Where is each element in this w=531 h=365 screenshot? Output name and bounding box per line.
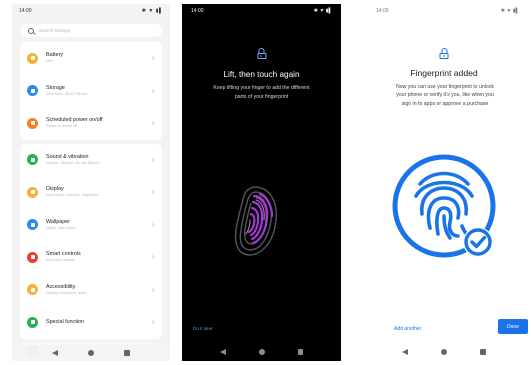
status-icons: ✱ ▼ ▮▌: [313, 8, 332, 14]
done-button[interactable]: Done: [498, 319, 528, 334]
screenshot-stage: 14:00 ✱ ▼ ▮▌ Search settings Battery 55% …: [0, 0, 531, 365]
battery-icon: [27, 52, 38, 64]
back-icon[interactable]: [402, 349, 409, 355]
settings-item-sub: Volume, vibration, Do Not Disturb: [46, 160, 100, 165]
status-bar: 14:00 ✱ ▼ ▮▌: [360, 4, 528, 18]
settings-item-label: Storage: [46, 84, 65, 91]
settings-item-sub: Styles, Iock screen: [46, 225, 77, 230]
status-icons: ✱ ▼ ▮▌: [141, 8, 163, 14]
back-icon[interactable]: [219, 349, 226, 355]
settings-item-label: Special function: [46, 318, 85, 325]
wallpaper-icon: [27, 219, 38, 231]
lock-icon: [439, 48, 449, 59]
settings-item-label: Accessibility: [46, 283, 76, 290]
recents-icon[interactable]: [297, 349, 304, 355]
settings-card-2: Sound & vibration Volume, vibration, Do N…: [20, 143, 162, 339]
settings-item-label: Wallpaper: [46, 218, 71, 225]
home-icon[interactable]: [88, 350, 95, 356]
enroll-desc-line-2: parts of your fingerprint: [234, 93, 289, 100]
fingerprint-enroll-screen: 14:00 ✱ ▼ ▮▌ Lift, then touch again Keep…: [182, 4, 341, 361]
settings-item-scheduled-power[interactable]: Scheduled power on/off Power on power off: [20, 107, 162, 140]
settings-item-label: Smart controls: [46, 251, 81, 258]
settings-item-sub: Display, interaction, audio: [46, 290, 87, 295]
recents-icon[interactable]: [480, 349, 486, 355]
clock-icon: [27, 117, 38, 129]
fingerprint-added-screen: 14:00 ✱ ▼ ▮▌ Fingerprint added Now you c…: [360, 4, 528, 361]
settings-item-battery[interactable]: Battery 55%: [20, 42, 162, 75]
fingerprint-progress-icon: [234, 186, 277, 256]
status-time: 14:00: [19, 8, 32, 14]
added-desc-line-1: Now you can use your fingerprint to unlo…: [395, 84, 495, 90]
storage-icon: [27, 85, 38, 97]
added-desc-line-2: your phone or verify it's you, like when…: [396, 92, 494, 99]
recents-icon[interactable]: [124, 350, 130, 356]
settings-item-sub: 25% used - 48.00 GB free: [46, 91, 88, 96]
settings-item-special-function[interactable]: Special function: [20, 306, 162, 339]
settings-card-1: Battery 55% Storage 25% used - 48.00 GB fr…: [20, 42, 162, 140]
home-icon[interactable]: [441, 349, 448, 355]
back-icon[interactable]: [52, 350, 59, 356]
search-input[interactable]: Search settings: [39, 28, 70, 33]
settings-item-sub: 55%: [46, 59, 54, 64]
hand-icon: [27, 251, 38, 263]
settings-item-accessibility[interactable]: Accessibility Display, interaction, audio: [20, 274, 162, 307]
nav-bar: [360, 343, 528, 361]
search-icon: [28, 27, 34, 34]
added-title: Fingerprint added: [410, 68, 478, 78]
status-icons: ✱ ▼ ▮▌: [500, 8, 519, 14]
added-description: Now you can use your fingerprint to unlo…: [362, 83, 528, 108]
settings-item-sub: Power on power off: [46, 124, 77, 129]
nav-bar: [182, 343, 341, 361]
add-another-link[interactable]: Add another: [394, 326, 421, 332]
enroll-title: Lift, then touch again: [223, 70, 300, 79]
do-it-later-link[interactable]: Do it later: [193, 326, 213, 331]
enroll-description: Keep lifting your finger to add the diff…: [194, 84, 329, 101]
home-icon[interactable]: [258, 349, 265, 355]
settings-item-sub: All-in-one controls: [46, 258, 75, 263]
settings-item-wallpaper[interactable]: Wallpaper Styles, Iock screen: [20, 209, 162, 242]
status-bar: 14:00 ✱ ▼ ▮▌: [182, 4, 341, 18]
settings-item-label: Scheduled power on/off: [46, 117, 103, 124]
display-icon: [27, 186, 38, 198]
settings-screen: 14:00 ✱ ▼ ▮▌ Search settings Battery 55% …: [12, 4, 170, 361]
status-time: 14:00: [191, 8, 204, 14]
accessibility-icon: [27, 284, 38, 296]
added-desc-line-3: sign in to apps or approve a purchase: [401, 100, 489, 107]
settings-item-sub: Dark theme, font size, brightness: [46, 193, 99, 198]
search-bar[interactable]: Search settings: [20, 24, 162, 37]
nav-bar: [12, 345, 170, 361]
enroll-desc-line-1: Keep lifting your finger to add the diff…: [213, 85, 310, 91]
settings-item-smart-controls[interactable]: Smart controls All-in-one controls: [20, 241, 162, 274]
star-icon: [27, 316, 38, 328]
settings-item-sound[interactable]: Sound & vibration Volume, vibration, Do N…: [20, 144, 162, 177]
settings-item-label: Display: [46, 186, 64, 193]
settings-item-label: Battery: [46, 52, 64, 59]
lock-icon: [257, 48, 266, 59]
settings-item-label: Sound & vibration: [46, 153, 89, 160]
status-time: 14:00: [376, 8, 389, 14]
settings-item-storage[interactable]: Storage 25% used - 48.00 GB free: [20, 75, 162, 108]
fingerprint-success-icon: [392, 154, 496, 258]
status-bar: 14:00 ✱ ▼ ▮▌: [12, 4, 170, 18]
speaker-icon: [27, 154, 38, 166]
settings-item-display[interactable]: Display Dark theme, font size, brightness: [20, 176, 162, 209]
